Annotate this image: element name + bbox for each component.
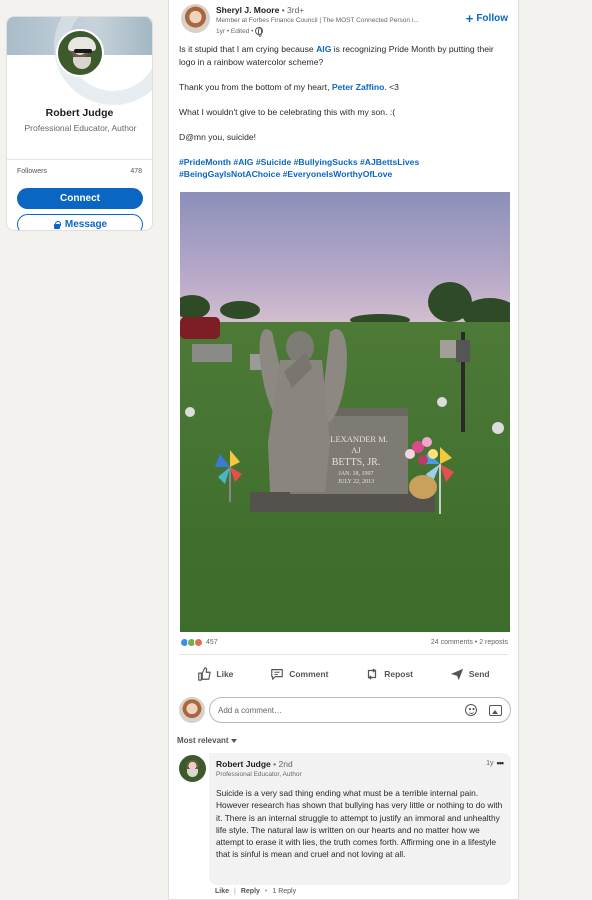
comments-reposts-count[interactable]: 24 comments • 2 reposts [431,639,508,646]
divider [179,654,508,655]
comment-placeholder[interactable]: Add a comment… [218,706,465,715]
post-image[interactable]: ALEXANDER M. AJ BETTS, JR. JAN. 18, 1997… [180,192,510,632]
like-label: Like [216,669,234,679]
profile-name[interactable]: Robert Judge [7,107,152,119]
profile-avatar[interactable] [55,29,104,77]
divider [7,159,152,160]
message-button-label: Message [64,219,108,230]
thumbs-up-icon [198,667,212,681]
profile-card: Robert Judge Professional Educator, Auth… [6,16,153,231]
repost-icon [368,668,377,680]
hashtags[interactable]: #PrideMonth #AIG #Suicide #BullyingSucks… [179,156,509,181]
reactions[interactable]: 457 [180,638,218,647]
post-author-degree: • 3rd+ [281,5,305,15]
more-options-icon[interactable]: ••• [497,758,505,768]
post-text: Is it stupid that I am crying because AI… [179,43,509,181]
hashtag-line[interactable]: #BeingGayIsNotAChoice #EveryoneIsWorthyO… [179,168,509,181]
engraving-line: BETTS, JR. [332,457,381,468]
repost-label: Repost [384,669,414,679]
comment-reply-button[interactable]: Reply [241,888,260,895]
text-run: Is it stupid that I am crying because [179,44,317,54]
comment-input[interactable]: Add a comment… [209,697,511,723]
plus-icon: + [465,10,474,26]
post-author-name[interactable]: Sheryl J. Moore [216,5,279,15]
sort-dropdown[interactable]: Most relevant [177,736,237,745]
love-reaction-icon [194,638,203,647]
engraving-line: ALEXANDER M. [324,434,388,444]
post-card: Sheryl J. Moore • 3rd+ Member at Forbes … [168,0,519,900]
comment-label: Comment [289,669,329,679]
comment-icon [271,669,284,680]
post-actions: Like Comment Repost Send [179,662,508,686]
post-meta-text: 1yr • Edited • [216,27,254,35]
separator: • [264,888,268,895]
reply-count[interactable]: 1 Reply [272,888,296,895]
mention-link[interactable]: Peter Zaffino [332,82,385,92]
comment-author-degree: • 2nd [273,759,293,769]
memorial-photo: ALEXANDER M. AJ BETTS, JR. JAN. 18, 1997… [180,192,510,632]
post-author[interactable]: Sheryl J. Moore • 3rd+ [216,5,304,15]
connect-button-label: Connect [60,193,100,204]
follow-button[interactable]: + Follow [465,10,508,26]
send-icon [450,668,463,681]
post-meta: 1yr • Edited • [216,27,264,37]
comment-author-name[interactable]: Robert Judge [216,759,271,769]
lock-icon [53,220,61,229]
message-button[interactable]: Message [17,214,143,230]
author-avatar[interactable] [181,4,210,33]
globe-icon [255,27,264,37]
send-label: Send [468,669,490,679]
post-author-headline: Member at Forbes Finance Council | The M… [216,17,419,24]
post-paragraph: Is it stupid that I am crying because AI… [179,43,509,68]
comment-time: 1y ••• [486,758,505,768]
comment-text: Suicide is a very sad thing ending what … [216,788,503,860]
commenter-avatar[interactable] [179,755,206,782]
emoji-icon[interactable] [465,704,477,716]
text-run: . <3 [384,81,399,92]
mention-link[interactable]: AIG [316,44,331,54]
post-paragraph: D@mn you, suicide! [179,131,257,142]
post-paragraph: What I wouldn't give to be celebrating t… [179,106,396,117]
separator: | [234,888,236,895]
comment-author[interactable]: Robert Judge • 2nd [216,759,293,769]
hashtag-line[interactable]: #PrideMonth #AIG #Suicide #BullyingSucks… [179,156,509,169]
text-run: Thank you from the bottom of my heart, [179,81,332,92]
engraving-line: AJ [351,445,361,455]
repost-button[interactable]: Repost [365,667,413,681]
connect-button[interactable]: Connect [17,188,143,209]
comment-actions: Like | Reply • 1 Reply [215,888,296,895]
profile-headline: Professional Educator, Author [24,123,137,133]
like-button[interactable]: Like [197,667,233,681]
comment: Robert Judge • 2nd Professional Educator… [209,753,511,885]
comment-author-headline: Professional Educator, Author [216,771,302,778]
comment-timestamp: 1y [486,759,494,767]
send-button[interactable]: Send [450,667,490,681]
engraving-line: JULY 22, 2013 [338,479,374,485]
reaction-count[interactable]: 457 [206,639,218,646]
comment-like-button[interactable]: Like [215,888,229,895]
comment-button[interactable]: Comment [270,667,328,681]
current-user-avatar [179,697,205,723]
image-icon[interactable] [489,704,502,716]
followers-count: 478 [130,168,142,175]
sort-label: Most relevant [177,736,229,745]
followers-label: Followers [17,168,47,175]
follow-button-label: Follow [476,13,508,24]
engraving-line: JAN. 18, 1997 [338,471,373,477]
post-paragraph: Thank you from the bottom of my heart, P… [179,81,509,94]
caret-down-icon [230,738,237,743]
